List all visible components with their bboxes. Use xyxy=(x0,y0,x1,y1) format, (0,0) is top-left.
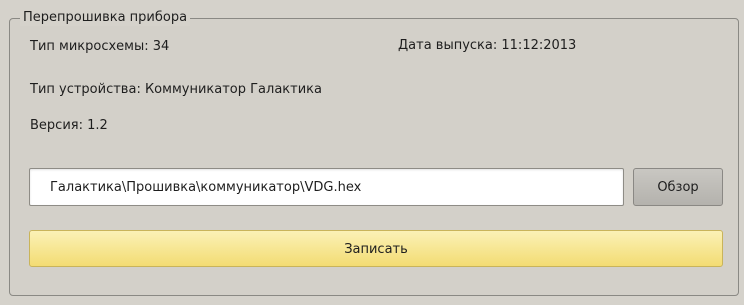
chip-type-label: Тип микросхемы: 34 xyxy=(30,39,170,54)
group-title: Перепрошивка прибора xyxy=(20,10,191,26)
write-button[interactable]: Записать xyxy=(29,230,723,267)
release-date-label: Дата выпуска: 11:12:2013 xyxy=(398,38,577,53)
firmware-path-input[interactable] xyxy=(29,168,624,206)
device-type-label: Тип устройства: Коммуникатор Галактика xyxy=(30,82,322,97)
browse-button[interactable]: Обзор xyxy=(633,168,723,206)
version-label: Версия: 1.2 xyxy=(30,118,108,133)
